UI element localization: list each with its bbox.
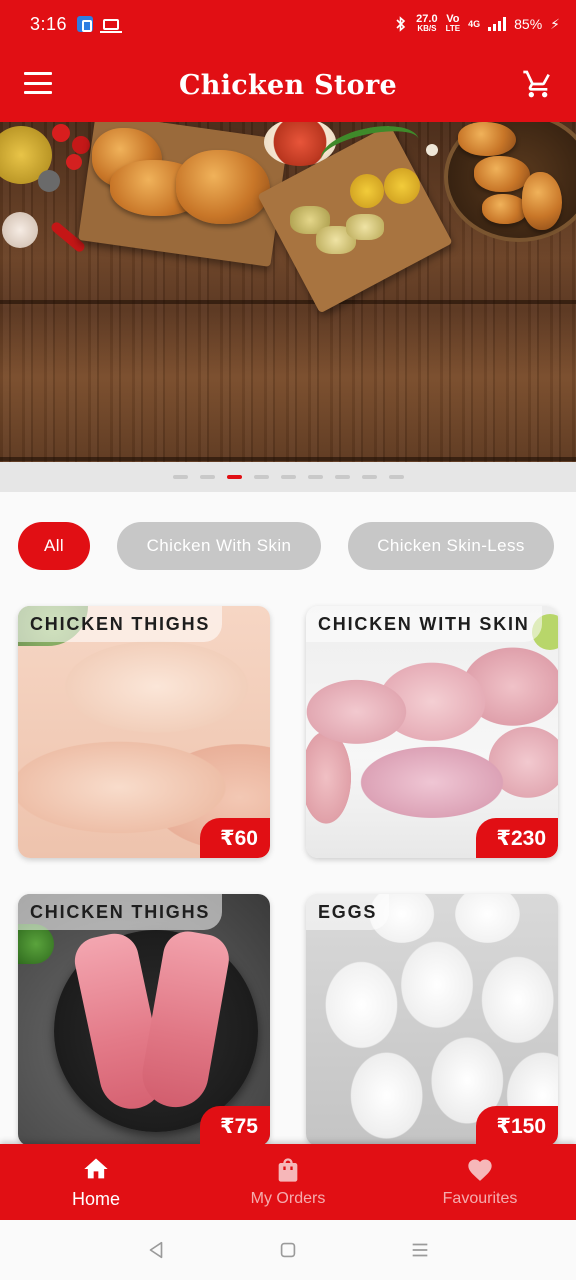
page-indicator-dot[interactable] [361,475,377,479]
banner-page-indicator [0,462,576,492]
filter-chip-chicken-with-skin[interactable]: Chicken With Skin [117,522,321,570]
heart-icon [468,1159,492,1181]
nav-label: Favourites [442,1190,518,1207]
recents-icon[interactable] [409,1239,431,1261]
roast-chicken-image [176,150,270,224]
mushroom-image [426,144,438,156]
speed-value: 27.0 [416,13,438,25]
page-indicator-dot[interactable] [199,475,215,479]
wood-plank-divider [0,300,576,304]
charging-icon: ⚡ [550,15,560,32]
page-indicator-dot[interactable] [280,475,296,479]
category-filter-row: All Chicken With Skin Chicken Skin-Less [18,522,576,572]
garlic-image [2,212,38,248]
system-navigation-bar [0,1220,576,1280]
wood-plank-divider [0,457,576,461]
drumstick-image [458,122,516,156]
product-price: ₹230 [476,818,558,858]
home-button-icon[interactable] [277,1239,299,1261]
nav-home[interactable]: Home [0,1144,192,1220]
nav-label: My Orders [250,1190,326,1207]
tomato-image [66,154,82,170]
corn-image [384,168,420,204]
zucchini-image [346,214,384,240]
promo-banner[interactable] [0,122,576,462]
volte-top: Vo [446,13,460,25]
filter-chip-all[interactable]: All [18,522,90,570]
laptop-icon [100,18,123,33]
nav-label: Home [71,1188,120,1209]
product-name: CHICKEN WITH SKIN [306,606,542,642]
page-indicator-dot[interactable] [388,475,404,479]
page-indicator-dot[interactable] [307,475,323,479]
product-name: CHICKEN THIGHS [18,606,223,642]
page-indicator-dot[interactable] [226,475,242,479]
status-bar: 3:16 27.0 KB/S Vo LTE 4G 85% ⚡ [0,0,576,48]
nav-my-orders[interactable]: My Orders [192,1144,384,1220]
product-name: EGGS [306,894,390,930]
product-price: ₹150 [476,1106,558,1146]
home-icon [84,1158,108,1178]
product-card[interactable]: EGGS ₹150 [306,894,558,1146]
tomato-image [72,136,90,154]
app-bar: Chicken Store [0,48,576,122]
corn-image [350,174,384,208]
network-speed: 27.0 KB/S [416,14,437,34]
app-title: Chicken Store [178,69,397,101]
battery-level: 85% [514,16,543,32]
bottom-navigation: Home My Orders Favourites [0,1144,576,1220]
tomato-image [52,124,70,142]
volte-bottom: LTE [445,24,461,33]
product-price: ₹60 [200,818,270,858]
page-indicator-dot[interactable] [172,475,188,479]
nav-favourites[interactable]: Favourites [384,1144,576,1220]
back-icon[interactable] [145,1239,167,1261]
product-name: CHICKEN THIGHS [18,894,223,930]
drumstick-image [474,156,530,192]
page-indicator-dot[interactable] [253,475,269,479]
status-time: 3:16 [30,13,68,34]
product-card[interactable]: CHICKEN WITH SKIN ₹230 [306,606,558,858]
app-notification-icon [77,16,94,32]
filter-chip-chicken-skin-less[interactable]: Chicken Skin-Less [348,522,554,570]
signal-icon [488,17,507,31]
pepper-grinder-image [38,170,60,192]
speed-unit: KB/S [417,24,437,33]
menu-icon[interactable] [24,72,52,94]
product-card[interactable]: CHICKEN THIGHS ₹75 [18,894,270,1146]
product-price: ₹75 [200,1106,270,1146]
page-indicator-dot[interactable] [334,475,350,479]
cart-icon[interactable] [522,68,554,100]
app-screen: 3:16 27.0 KB/S Vo LTE 4G 85% ⚡ Chicken S… [0,0,576,1280]
bluetooth-icon [396,16,406,32]
drumstick-image [522,172,562,230]
shopping-bag-icon [278,1158,298,1182]
network-type: 4G [468,19,481,29]
volte-indicator: Vo LTE [446,14,461,34]
product-card[interactable]: CHICKEN THIGHS ₹60 [18,606,270,858]
